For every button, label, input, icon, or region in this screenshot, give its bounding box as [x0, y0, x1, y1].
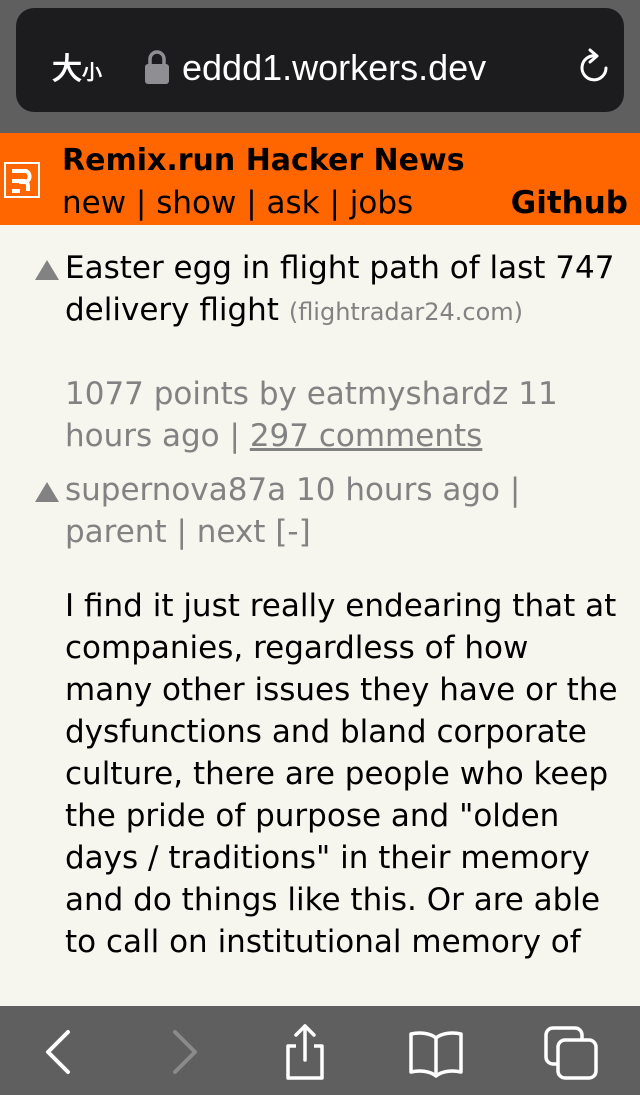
comment-separator: |: [499, 472, 521, 508]
lock-icon: [145, 50, 169, 84]
nav-item-jobs[interactable]: jobs: [350, 185, 413, 221]
comment-parent-link[interactable]: parent: [65, 514, 167, 550]
browser-top-bar: 大小 eddd1.workers.dev: [0, 0, 640, 133]
nav-item-show[interactable]: show: [156, 185, 236, 221]
upvote-arrow-icon[interactable]: [34, 259, 60, 281]
story-by-label: by: [258, 376, 297, 412]
text-size-large-label: 大: [52, 52, 82, 87]
tabs-icon[interactable]: [540, 1024, 600, 1080]
story-domain[interactable]: (flightradar24.com): [289, 298, 523, 326]
meta-separator: |: [219, 418, 250, 454]
comment-text: I find it just really endearing that at …: [65, 588, 618, 960]
site-header: Remix.run Hacker News new | show | ask |…: [0, 133, 640, 225]
comment-next-link[interactable]: next: [197, 514, 266, 550]
remix-logo-icon[interactable]: [4, 162, 40, 198]
story-title: Easter egg in flight path of last 747 de…: [65, 247, 615, 333]
comment-header: supernova87a 10 hours ago | parent | nex…: [65, 469, 625, 553]
github-link[interactable]: Github: [511, 183, 628, 223]
nav-separator: |: [319, 185, 350, 221]
story-points: 1077 points: [65, 376, 249, 412]
nav-separator: |: [126, 185, 157, 221]
comment-collapse-toggle[interactable]: [-]: [275, 514, 310, 550]
comment-age[interactable]: 10 hours ago: [296, 472, 500, 508]
back-icon[interactable]: [28, 1024, 88, 1080]
story-meta: 1077 points by eatmyshardz 11 hours ago …: [65, 373, 625, 457]
nav-item-new[interactable]: new: [62, 185, 126, 221]
comment-upvote-arrow-icon[interactable]: [34, 481, 60, 503]
forward-icon[interactable]: [155, 1024, 215, 1080]
comments-link[interactable]: 297 comments: [250, 418, 482, 454]
share-icon[interactable]: [275, 1024, 335, 1080]
text-size-small-label: 小: [82, 60, 102, 84]
nav-links: new | show | ask | jobs: [62, 183, 413, 223]
nav-separator: |: [236, 185, 267, 221]
url-text[interactable]: eddd1.workers.dev: [182, 46, 486, 90]
browser-toolbar: [0, 1006, 640, 1095]
reload-icon[interactable]: [576, 48, 614, 86]
story-author[interactable]: eatmyshardz: [307, 376, 509, 412]
comment-author[interactable]: supernova87a: [65, 472, 286, 508]
remix-r-glyph: [12, 169, 32, 193]
text-size-button[interactable]: 大小: [52, 52, 102, 90]
comment-separator: |: [166, 514, 197, 550]
address-bar[interactable]: 大小 eddd1.workers.dev: [16, 8, 624, 112]
bookmarks-icon[interactable]: [406, 1024, 466, 1080]
nav-item-ask[interactable]: ask: [267, 185, 320, 221]
site-title[interactable]: Remix.run Hacker News: [62, 141, 465, 181]
